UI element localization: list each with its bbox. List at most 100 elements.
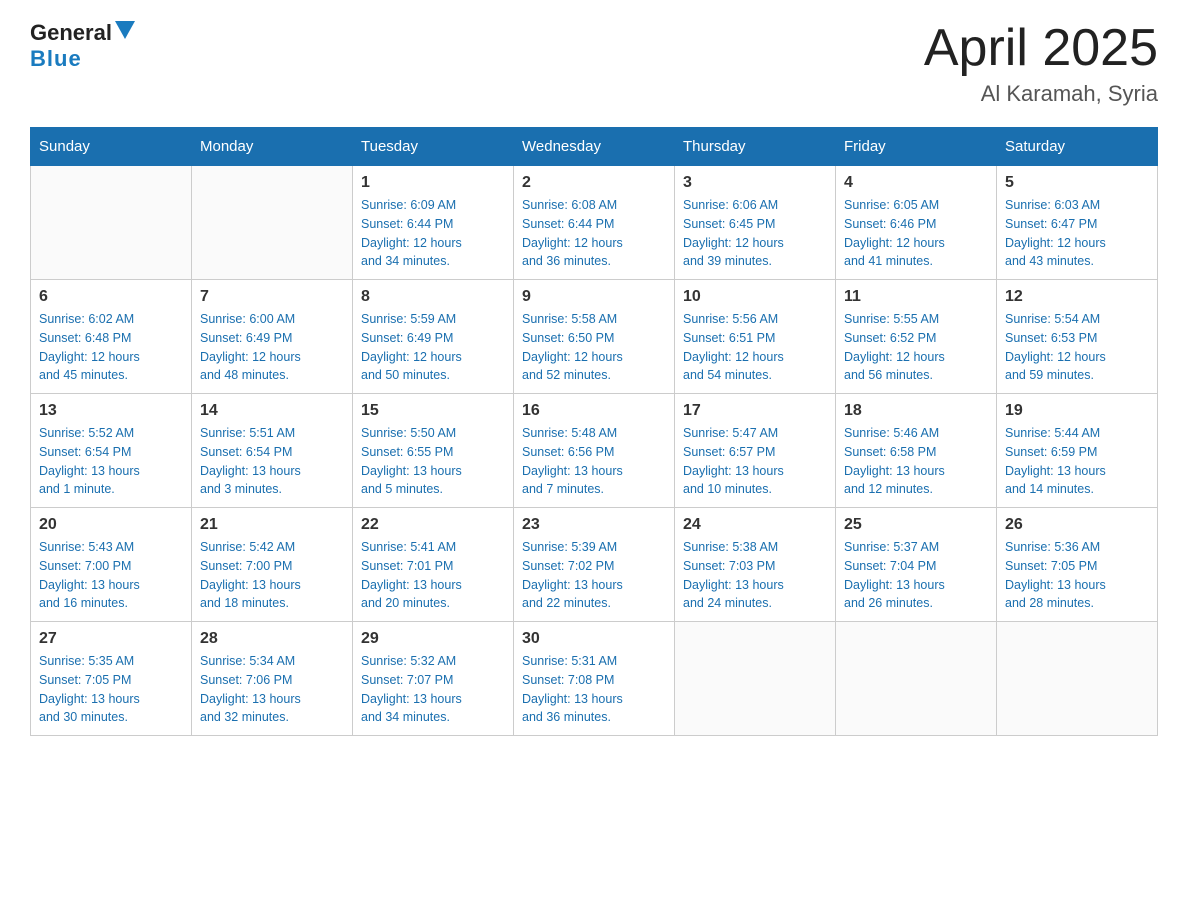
logo-blue-text: Blue <box>30 46 82 71</box>
day-info: Sunrise: 5:51 AMSunset: 6:54 PMDaylight:… <box>200 424 344 499</box>
day-info: Sunrise: 5:52 AMSunset: 6:54 PMDaylight:… <box>39 424 183 499</box>
calendar-cell: 20 Sunrise: 5:43 AMSunset: 7:00 PMDayligh… <box>31 508 192 622</box>
calendar-cell: 25Sunrise: 5:37 AMSunset: 7:04 PMDayligh… <box>836 508 997 622</box>
day-number: 14 <box>200 402 344 420</box>
day-number: 27 <box>39 630 183 648</box>
day-info: Sunrise: 5:42 AMSunset: 7:00 PMDaylight:… <box>200 538 344 613</box>
day-number: 21 <box>200 516 344 534</box>
calendar-cell: 11Sunrise: 5:55 AMSunset: 6:52 PMDayligh… <box>836 280 997 394</box>
calendar-cell: 16 Sunrise: 5:48 AMSunset: 6:56 PMDayligh… <box>514 394 675 508</box>
calendar-cell: 22 Sunrise: 5:41 AMSunset: 7:01 PMDayligh… <box>353 508 514 622</box>
calendar-cell: 29 Sunrise: 5:32 AMSunset: 7:07 PMDayligh… <box>353 622 514 736</box>
day-info: Sunrise: 6:06 AMSunset: 6:45 PMDaylight:… <box>683 196 827 271</box>
calendar-cell <box>31 166 192 280</box>
calendar-week-row: 13Sunrise: 5:52 AMSunset: 6:54 PMDayligh… <box>31 394 1158 508</box>
calendar-subtitle: Al Karamah, Syria <box>924 81 1158 107</box>
calendar-cell: 5Sunrise: 6:03 AMSunset: 6:47 PMDaylight… <box>997 166 1158 280</box>
day-info: Sunrise: 6:05 AMSunset: 6:46 PMDaylight:… <box>844 196 988 271</box>
calendar-body: 1Sunrise: 6:09 AMSunset: 6:44 PMDaylight… <box>31 166 1158 736</box>
calendar-cell: 3 Sunrise: 6:06 AMSunset: 6:45 PMDaylight… <box>675 166 836 280</box>
calendar-cell: 18 Sunrise: 5:46 AMSunset: 6:58 PMDayligh… <box>836 394 997 508</box>
calendar-cell: 27Sunrise: 5:35 AMSunset: 7:05 PMDayligh… <box>31 622 192 736</box>
weekday-header-row: SundayMondayTuesdayWednesdayThursdayFrid… <box>31 128 1158 166</box>
day-info: Sunrise: 5:43 AMSunset: 7:00 PMDaylight:… <box>39 538 183 613</box>
day-number: 4 <box>844 174 988 192</box>
day-number: 17 <box>683 402 827 420</box>
day-number: 16 <box>522 402 666 420</box>
calendar-cell: 17 Sunrise: 5:47 AMSunset: 6:57 PMDayligh… <box>675 394 836 508</box>
calendar-cell: 23 Sunrise: 5:39 AMSunset: 7:02 PMDayligh… <box>514 508 675 622</box>
day-info: Sunrise: 5:48 AMSunset: 6:56 PMDaylight:… <box>522 424 666 499</box>
day-info: Sunrise: 5:39 AMSunset: 7:02 PMDaylight:… <box>522 538 666 613</box>
calendar-week-row: 1Sunrise: 6:09 AMSunset: 6:44 PMDaylight… <box>31 166 1158 280</box>
calendar-week-row: 20 Sunrise: 5:43 AMSunset: 7:00 PMDayligh… <box>31 508 1158 622</box>
day-number: 29 <box>361 630 505 648</box>
calendar-cell: 28 Sunrise: 5:34 AMSunset: 7:06 PMDayligh… <box>192 622 353 736</box>
day-number: 15 <box>361 402 505 420</box>
calendar-week-row: 6 Sunrise: 6:02 AMSunset: 6:48 PMDaylight… <box>31 280 1158 394</box>
day-number: 12 <box>1005 288 1149 306</box>
calendar-cell: 4 Sunrise: 6:05 AMSunset: 6:46 PMDaylight… <box>836 166 997 280</box>
day-number: 18 <box>844 402 988 420</box>
calendar-cell: 30 Sunrise: 5:31 AMSunset: 7:08 PMDayligh… <box>514 622 675 736</box>
day-number: 23 <box>522 516 666 534</box>
calendar-cell: 10 Sunrise: 5:56 AMSunset: 6:51 PMDayligh… <box>675 280 836 394</box>
day-info: Sunrise: 5:54 AMSunset: 6:53 PMDaylight:… <box>1005 310 1149 385</box>
weekday-header-saturday: Saturday <box>997 128 1158 166</box>
logo: General Blue <box>30 20 135 72</box>
day-info: Sunrise: 5:56 AMSunset: 6:51 PMDaylight:… <box>683 310 827 385</box>
calendar-cell <box>675 622 836 736</box>
day-info: Sunrise: 5:32 AMSunset: 7:07 PMDaylight:… <box>361 652 505 727</box>
calendar-title: April 2025 <box>924 20 1158 77</box>
day-number: 3 <box>683 174 827 192</box>
calendar-cell: 8 Sunrise: 5:59 AMSunset: 6:49 PMDaylight… <box>353 280 514 394</box>
day-number: 8 <box>361 288 505 306</box>
calendar-cell: 15 Sunrise: 5:50 AMSunset: 6:55 PMDayligh… <box>353 394 514 508</box>
day-number: 9 <box>522 288 666 306</box>
day-number: 1 <box>361 174 505 192</box>
weekday-header-friday: Friday <box>836 128 997 166</box>
calendar-cell: 2Sunrise: 6:08 AMSunset: 6:44 PMDaylight… <box>514 166 675 280</box>
day-number: 22 <box>361 516 505 534</box>
day-number: 19 <box>1005 402 1149 420</box>
title-block: April 2025 Al Karamah, Syria <box>924 20 1158 107</box>
day-info: Sunrise: 5:37 AMSunset: 7:04 PMDaylight:… <box>844 538 988 613</box>
day-info: Sunrise: 5:46 AMSunset: 6:58 PMDaylight:… <box>844 424 988 499</box>
calendar-header: SundayMondayTuesdayWednesdayThursdayFrid… <box>31 128 1158 166</box>
weekday-header-tuesday: Tuesday <box>353 128 514 166</box>
calendar-table: SundayMondayTuesdayWednesdayThursdayFrid… <box>30 127 1158 736</box>
day-number: 28 <box>200 630 344 648</box>
day-info: Sunrise: 5:31 AMSunset: 7:08 PMDaylight:… <box>522 652 666 727</box>
calendar-cell: 24 Sunrise: 5:38 AMSunset: 7:03 PMDayligh… <box>675 508 836 622</box>
day-info: Sunrise: 5:47 AMSunset: 6:57 PMDaylight:… <box>683 424 827 499</box>
day-info: Sunrise: 5:58 AMSunset: 6:50 PMDaylight:… <box>522 310 666 385</box>
calendar-cell: 13Sunrise: 5:52 AMSunset: 6:54 PMDayligh… <box>31 394 192 508</box>
calendar-cell: 14 Sunrise: 5:51 AMSunset: 6:54 PMDayligh… <box>192 394 353 508</box>
day-number: 2 <box>522 174 666 192</box>
day-number: 5 <box>1005 174 1149 192</box>
day-info: Sunrise: 5:44 AMSunset: 6:59 PMDaylight:… <box>1005 424 1149 499</box>
day-info: Sunrise: 5:50 AMSunset: 6:55 PMDaylight:… <box>361 424 505 499</box>
day-info: Sunrise: 5:38 AMSunset: 7:03 PMDaylight:… <box>683 538 827 613</box>
day-number: 30 <box>522 630 666 648</box>
calendar-cell: 1Sunrise: 6:09 AMSunset: 6:44 PMDaylight… <box>353 166 514 280</box>
day-info: Sunrise: 5:41 AMSunset: 7:01 PMDaylight:… <box>361 538 505 613</box>
day-info: Sunrise: 5:36 AMSunset: 7:05 PMDaylight:… <box>1005 538 1149 613</box>
calendar-cell <box>192 166 353 280</box>
day-info: Sunrise: 5:34 AMSunset: 7:06 PMDaylight:… <box>200 652 344 727</box>
calendar-cell: 9 Sunrise: 5:58 AMSunset: 6:50 PMDaylight… <box>514 280 675 394</box>
day-info: Sunrise: 5:55 AMSunset: 6:52 PMDaylight:… <box>844 310 988 385</box>
day-number: 26 <box>1005 516 1149 534</box>
day-info: Sunrise: 6:02 AMSunset: 6:48 PMDaylight:… <box>39 310 183 385</box>
weekday-header-wednesday: Wednesday <box>514 128 675 166</box>
day-number: 7 <box>200 288 344 306</box>
page-header: General Blue April 2025 Al Karamah, Syri… <box>30 20 1158 107</box>
calendar-cell: 21 Sunrise: 5:42 AMSunset: 7:00 PMDayligh… <box>192 508 353 622</box>
day-number: 6 <box>39 288 183 306</box>
day-number: 20 <box>39 516 183 534</box>
day-info: Sunrise: 5:59 AMSunset: 6:49 PMDaylight:… <box>361 310 505 385</box>
calendar-week-row: 27Sunrise: 5:35 AMSunset: 7:05 PMDayligh… <box>31 622 1158 736</box>
calendar-cell: 12 Sunrise: 5:54 AMSunset: 6:53 PMDayligh… <box>997 280 1158 394</box>
day-number: 24 <box>683 516 827 534</box>
day-number: 10 <box>683 288 827 306</box>
